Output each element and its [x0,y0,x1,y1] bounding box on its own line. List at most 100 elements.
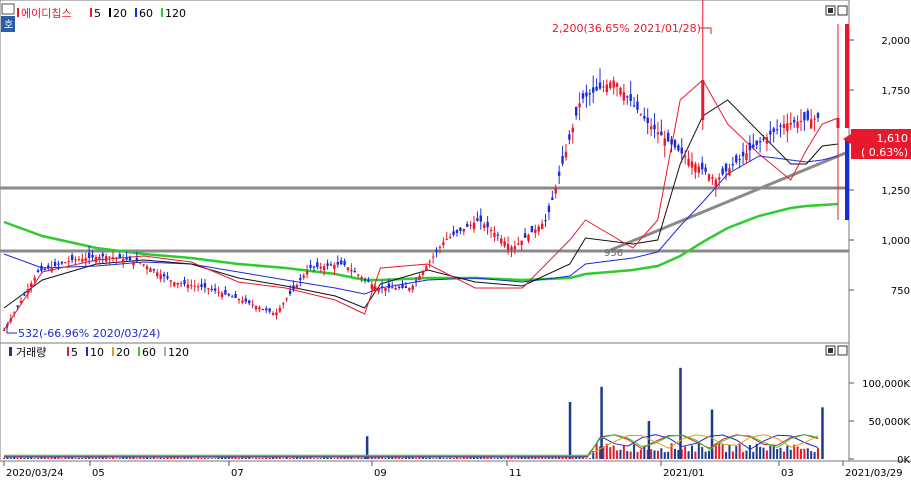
candle-body [23,294,26,296]
candle-body [786,123,789,132]
candle-body [469,224,472,226]
candle-body [288,290,292,294]
candle-body [462,228,465,232]
volume-bar [411,457,414,459]
volume-bar [302,457,305,459]
candle-body [418,275,421,280]
legend-label-20: 20 [116,346,130,359]
volume-bar [200,458,203,459]
x-axis: 2020/03/24 05 07 09 11 2021/01 03 2021/03/29 [3,461,903,479]
volume-bar [299,457,302,459]
volume-bar [101,457,104,459]
candle-body [421,271,425,275]
volume-bar [415,458,418,459]
candle-body [476,218,479,221]
candle-body [19,300,23,304]
candle-body [193,285,196,287]
candle-body [581,93,585,99]
candle-body [374,286,377,292]
candle-body [503,241,506,247]
candle-body [636,101,639,110]
minimize-panel-icon[interactable] [1,3,15,15]
volume-bar [537,457,540,459]
candle-body [493,232,496,237]
candle-body [711,177,714,179]
candle-body [806,110,809,120]
candle-body [489,230,493,232]
volume-bar [180,457,183,459]
volume-bar [656,450,659,459]
candle-body [428,261,431,263]
candle-body [91,254,94,258]
volume-bar [282,458,285,459]
candle-body [384,288,387,292]
candle-body [605,84,609,93]
candle-body [568,134,571,140]
volume-y-tick-label: 0K [897,455,910,466]
price-y-tick-label: 1,250 [881,186,910,197]
volume-spike-bar [821,407,824,459]
volume-y-axis: 100,000K 50,000K 0K [849,379,910,466]
volume-bar [813,452,816,459]
panel-toggle-icon[interactable]: 호 [1,16,15,32]
candle-body [595,86,598,91]
volume-bar [329,457,332,459]
volume-bar [677,449,680,459]
price-y-tick-label: 750 [891,286,910,297]
candle-body [813,118,816,120]
volume-bar [81,458,84,459]
volume-bar [207,458,210,459]
volume-bar [534,457,537,459]
legend-swatch-120 [164,347,166,356]
candle-body [26,289,30,294]
x-tick-label: 03 [781,468,794,479]
candle-body [179,283,183,285]
volume-title: 거래량 [16,346,46,359]
volume-bar [799,448,802,459]
candle-body [775,129,779,131]
volume-bar [612,445,615,459]
x-tick-label: 07 [231,468,244,479]
candle-body [254,306,258,310]
candle-body [718,177,721,180]
candle-body [152,269,156,271]
volume-bar [544,457,547,459]
volume-bar [817,448,819,459]
candle-body [394,288,397,290]
candle-body [704,167,707,172]
candle-body [513,246,517,250]
candle-body [268,308,271,312]
candle-body [782,124,786,129]
candle-body [690,161,694,168]
legend-label-5: 5 [94,7,101,20]
candle-body [609,82,612,89]
candle-body [448,236,452,238]
volume-bar [404,457,407,459]
candle-body [33,277,36,281]
volume-bar [71,457,74,459]
candle-body [326,263,329,266]
candle-body [207,288,210,290]
volume-bar [786,445,789,459]
volume-bar [258,458,261,459]
candle-body [353,271,357,273]
volume-bar [91,457,94,459]
candle-body [438,247,442,249]
candle-body [309,264,312,268]
volume-bar [503,458,506,459]
candle-body [694,164,697,173]
candle-body [523,233,527,238]
candle-body [196,286,200,288]
candle-body [367,280,370,282]
candle-body [200,284,203,287]
volume-bar [490,457,493,459]
highlight-candle-body [836,118,840,128]
candle-body [408,288,411,291]
candle-body [265,308,268,311]
candle-body [67,261,70,263]
volume-bar [660,448,663,459]
candle-body [346,267,350,271]
volume-bar [616,450,619,459]
candle-body [312,266,316,268]
volume-bar [353,458,356,459]
